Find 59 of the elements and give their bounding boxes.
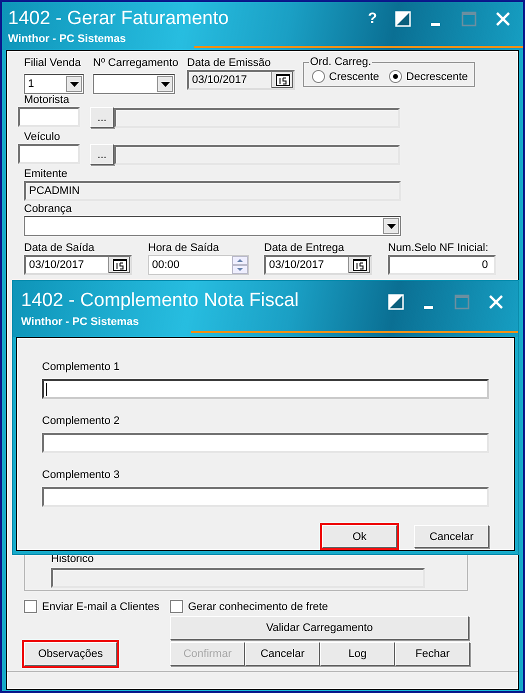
field-label: Complemento 1 xyxy=(42,361,120,374)
billing-dropdown[interactable] xyxy=(24,216,401,236)
field-label: Filial Venda xyxy=(24,57,82,70)
dialog-button[interactable]: Cancelar xyxy=(414,525,489,548)
vehicle-code-field[interactable] xyxy=(18,144,80,164)
lookup-button[interactable]: ... xyxy=(90,107,114,128)
group-title: Ord. Carreg. xyxy=(309,56,372,69)
field-label: Cobrança xyxy=(24,203,72,216)
contrast-icon[interactable] xyxy=(395,11,411,27)
field-label: Motorista xyxy=(24,94,70,107)
time-field[interactable]: 00:00 xyxy=(148,255,249,275)
date-field[interactable]: 03/10/2017 xyxy=(24,255,132,275)
action-button[interactable]: Log xyxy=(320,642,395,666)
seal-number-field[interactable]: 0 xyxy=(388,255,496,275)
field-label: Nº Carregamento xyxy=(93,57,180,70)
date-field[interactable]: 03/10/2017 xyxy=(187,70,295,90)
dialog-button[interactable]: Ok xyxy=(322,525,397,548)
issuer-field: PCADMIN xyxy=(24,181,401,201)
field-label: Hora de Saída xyxy=(148,242,220,255)
notes-button[interactable]: Observações xyxy=(24,642,117,666)
window-subtitle: Winthor - PC Sistemas xyxy=(8,33,127,45)
radio-option[interactable]: Crescente xyxy=(312,70,380,83)
close-icon[interactable] xyxy=(495,11,511,27)
help-button[interactable]: ? xyxy=(368,11,377,27)
dialog-subtitle: Winthor - PC Sistemas xyxy=(21,316,140,328)
field-label: Veículo xyxy=(24,131,60,144)
action-button[interactable]: Cancelar xyxy=(245,642,320,666)
window-title: 1402 - Gerar Faturamento xyxy=(8,8,229,30)
field-label: Num.Selo NF Inicial: xyxy=(388,242,490,255)
radio-option[interactable]: Decrescente xyxy=(389,70,468,83)
field-label: Data de Saída xyxy=(24,242,96,255)
complement-field[interactable] xyxy=(42,379,489,399)
field-label: Data de Emissão xyxy=(187,57,272,70)
driver-code-field[interactable] xyxy=(18,107,80,127)
action-button[interactable]: Fechar xyxy=(395,642,470,666)
date-field[interactable]: 03/10/2017 xyxy=(264,255,372,275)
field-label: Data de Entrega xyxy=(264,242,346,255)
complement-field[interactable] xyxy=(42,433,489,453)
field-label: Histórico xyxy=(51,553,95,566)
close-icon[interactable] xyxy=(488,294,504,310)
calendar-icon xyxy=(112,259,126,271)
validate-button[interactable]: Validar Carregamento xyxy=(170,616,469,640)
dialog-title: 1402 - Complemento Nota Fiscal xyxy=(21,290,299,312)
complement-field[interactable] xyxy=(42,487,489,507)
field-label: Emitente xyxy=(24,168,68,181)
calendar-icon xyxy=(352,259,366,271)
checkbox-option[interactable]: Enviar E-mail a Clientes xyxy=(24,600,170,613)
field-label: Complemento 2 xyxy=(42,415,120,428)
contrast-icon[interactable] xyxy=(388,294,404,310)
dropdown-arrow-icon xyxy=(70,82,78,86)
dropdown-arrow-icon xyxy=(160,82,170,86)
lookup-button[interactable]: ... xyxy=(90,144,114,165)
branch-dropdown[interactable]: 1 xyxy=(24,74,84,94)
calendar-icon xyxy=(276,74,290,86)
loading-dropdown[interactable] xyxy=(93,74,175,94)
spinner-icon xyxy=(232,256,248,274)
dropdown-arrow-icon xyxy=(386,224,396,228)
checkbox-option[interactable]: Gerar conhecimento de frete xyxy=(170,600,328,613)
field-label: Complemento 3 xyxy=(42,469,120,482)
